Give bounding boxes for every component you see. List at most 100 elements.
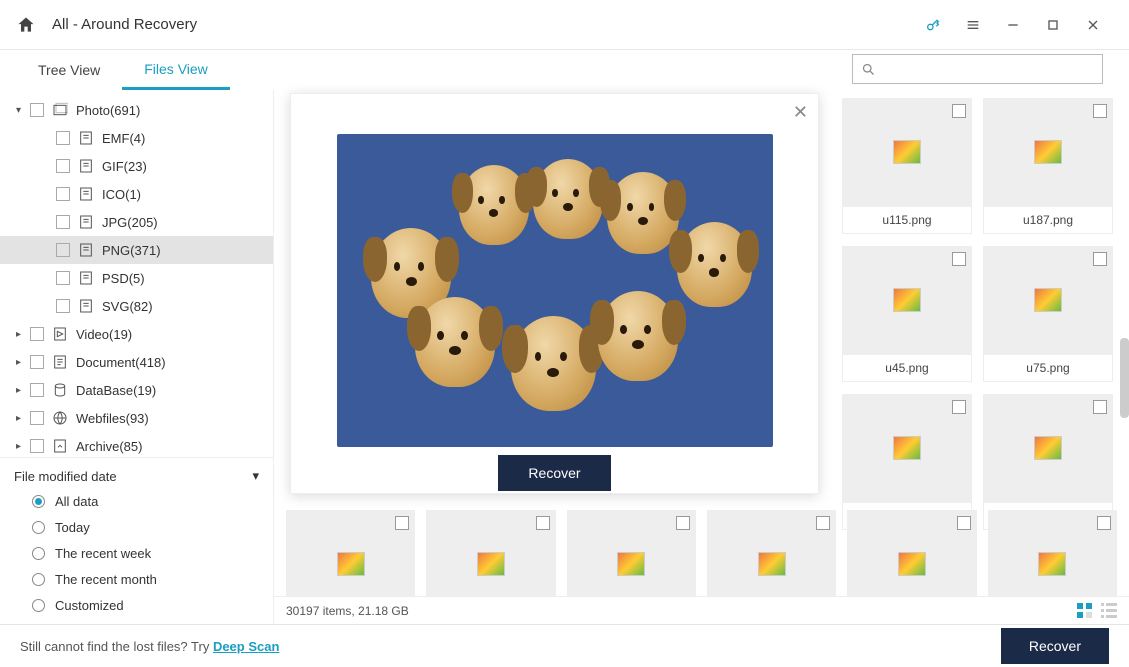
checkbox[interactable] — [957, 516, 971, 530]
file-type-icon — [78, 130, 94, 146]
checkbox[interactable] — [30, 439, 44, 453]
minimize-icon[interactable] — [993, 5, 1033, 45]
chevron-right-icon[interactable]: ▸ — [16, 357, 30, 368]
footer-tip: Still cannot find the lost files? Try De… — [20, 639, 279, 654]
thumbnail[interactable] — [567, 510, 696, 596]
home-icon[interactable] — [16, 15, 36, 35]
radio[interactable] — [32, 599, 45, 612]
file-type-icon — [78, 242, 94, 258]
checkbox[interactable] — [395, 516, 409, 530]
tree-row-child[interactable]: JPG(205) — [0, 208, 273, 236]
filter-option[interactable]: All data — [14, 488, 259, 514]
category-icon — [52, 382, 68, 398]
tab-tree-view[interactable]: Tree View — [16, 50, 122, 90]
checkbox[interactable] — [816, 516, 830, 530]
thumbnail[interactable] — [286, 510, 415, 596]
checkbox[interactable] — [56, 131, 70, 145]
checkbox[interactable] — [56, 271, 70, 285]
footer: Still cannot find the lost files? Try De… — [0, 624, 1129, 667]
checkbox[interactable] — [676, 516, 690, 530]
checkbox[interactable] — [1093, 252, 1107, 266]
checkbox[interactable] — [952, 252, 966, 266]
radio[interactable] — [32, 547, 45, 560]
thumbnail-label: u75.png — [983, 354, 1113, 382]
filter-option[interactable]: The recent week — [14, 540, 259, 566]
image-placeholder-icon — [1034, 436, 1062, 460]
tree-row-child[interactable]: PSD(5) — [0, 264, 273, 292]
tree-row-child[interactable]: ICO(1) — [0, 180, 273, 208]
tree-row-category[interactable]: ▸Archive(85) — [0, 432, 273, 457]
tree-row-child[interactable]: EMF(4) — [0, 124, 273, 152]
chevron-right-icon[interactable]: ▸ — [16, 329, 30, 340]
thumbnail[interactable] — [847, 510, 976, 596]
maximize-icon[interactable] — [1033, 5, 1073, 45]
scrollbar[interactable] — [1120, 338, 1129, 418]
image-placeholder-icon — [893, 436, 921, 460]
chevron-right-icon[interactable]: ▸ — [16, 413, 30, 424]
file-type-icon — [78, 186, 94, 202]
checkbox[interactable] — [56, 243, 70, 257]
checkbox[interactable] — [536, 516, 550, 530]
checkbox[interactable] — [1097, 516, 1111, 530]
checkbox[interactable] — [56, 187, 70, 201]
checkbox[interactable] — [952, 104, 966, 118]
chevron-right-icon[interactable]: ▸ — [16, 441, 30, 452]
category-icon — [52, 354, 68, 370]
thumbnail[interactable]: u187.png — [983, 98, 1113, 234]
checkbox[interactable] — [30, 355, 44, 369]
tree-row-category[interactable]: ▸Document(418) — [0, 348, 273, 376]
image-placeholder-icon — [337, 552, 365, 576]
checkbox[interactable] — [1093, 400, 1107, 414]
close-preview-icon[interactable]: ✕ — [793, 102, 808, 123]
deep-scan-link[interactable]: Deep Scan — [213, 639, 279, 654]
thumbnail[interactable]: u75.png — [983, 246, 1113, 382]
thumbnail[interactable]: u45.png — [842, 246, 972, 382]
checkbox[interactable] — [56, 215, 70, 229]
checkbox[interactable] — [30, 411, 44, 425]
checkbox[interactable] — [56, 159, 70, 173]
thumbnail[interactable] — [426, 510, 555, 596]
grid-view-icon[interactable] — [1077, 603, 1093, 619]
file-type-icon — [78, 158, 94, 174]
search-input[interactable] — [882, 62, 1094, 77]
filter-option[interactable]: Today — [14, 514, 259, 540]
preview-recover-button[interactable]: Recover — [498, 455, 610, 491]
menu-icon[interactable] — [953, 5, 993, 45]
radio[interactable] — [32, 573, 45, 586]
checkbox[interactable] — [56, 299, 70, 313]
chevron-right-icon[interactable]: ▸ — [16, 385, 30, 396]
filter-header[interactable]: File modified date ▾ — [14, 464, 259, 488]
close-icon[interactable] — [1073, 5, 1113, 45]
thumbnail[interactable] — [988, 510, 1117, 596]
search-icon — [861, 62, 876, 77]
radio[interactable] — [32, 495, 45, 508]
tree-row-child[interactable]: PNG(371) — [0, 236, 273, 264]
search-box[interactable] — [852, 54, 1103, 84]
tab-files-view[interactable]: Files View — [122, 50, 230, 90]
checkbox[interactable] — [30, 103, 44, 117]
tree-row-category[interactable]: ▸Video(19) — [0, 320, 273, 348]
preview-image — [337, 134, 773, 447]
checkbox[interactable] — [1093, 104, 1107, 118]
tree-row-child[interactable]: GIF(23) — [0, 152, 273, 180]
chevron-down-icon: ▾ — [252, 468, 259, 484]
thumbnail[interactable]: u115.png — [842, 98, 972, 234]
tree-row-category[interactable]: ▸DataBase(19) — [0, 376, 273, 404]
filter-option[interactable]: The recent month — [14, 566, 259, 592]
checkbox[interactable] — [952, 400, 966, 414]
checkbox[interactable] — [30, 327, 44, 341]
tree-row-photo[interactable]: ▾ Photo(691) — [0, 96, 273, 124]
radio[interactable] — [32, 521, 45, 534]
key-icon[interactable] — [913, 5, 953, 45]
tree-row-child[interactable]: SVG(82) — [0, 292, 273, 320]
chevron-down-icon[interactable]: ▾ — [16, 105, 30, 116]
filter-option[interactable]: Customized — [14, 592, 259, 618]
file-type-icon — [78, 298, 94, 314]
list-view-icon[interactable] — [1101, 603, 1117, 619]
photo-icon — [52, 102, 68, 118]
tree-row-category[interactable]: ▸Webfiles(93) — [0, 404, 273, 432]
checkbox[interactable] — [30, 383, 44, 397]
recover-button[interactable]: Recover — [1001, 628, 1109, 664]
thumbnail[interactable] — [707, 510, 836, 596]
image-placeholder-icon — [898, 552, 926, 576]
